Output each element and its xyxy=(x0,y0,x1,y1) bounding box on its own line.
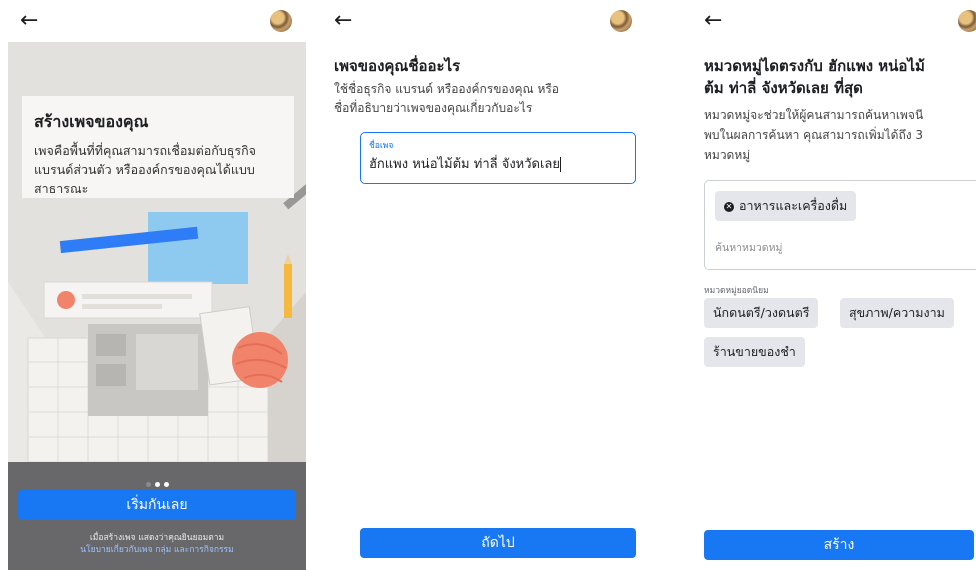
page-name-field-label: ชื่อเพจ xyxy=(369,141,394,151)
back-arrow-icon[interactable]: ← xyxy=(334,10,352,32)
category-desc-line3: หมวดหมู่ xyxy=(704,148,751,162)
page-dot xyxy=(145,482,151,487)
legal-text: เมื่อสร้างเพจ แสดงว่าคุณยินยอมตาม xyxy=(89,533,225,543)
get-started-button[interactable]: เริ่มกันเลย xyxy=(18,490,296,520)
intro-illustration: สร้างเพจของคุณ เพจคือพื้นที่ที่คุณสามารถ… xyxy=(8,42,306,462)
page-name-screen: ← เพจของคุณชื่ออะไร ใช้ชื่อธุรกิจ แบรนด์… xyxy=(332,0,650,570)
intro-title: สร้างเพจของคุณ xyxy=(34,112,149,131)
intro-bottom-panel: เริ่มกันเลย เมื่อสร้างเพจ แสดงว่าคุณยินย… xyxy=(8,462,306,570)
page-name-desc-line1: ใช้ชื่อธุรกิจ แบรนด์ หรือองค์กรของคุณ หร… xyxy=(334,82,560,96)
policy-link[interactable]: นโยบายเกี่ยวกับเพจ กลุ่ม และการกิจกรรม xyxy=(8,544,306,556)
page-name-field[interactable]: ชื่อเพจ ฮักแพง หน่อไม้ต้ม ท่าลี่ จังหวัด… xyxy=(360,132,636,184)
page-indicator xyxy=(8,472,306,491)
profile-avatar[interactable] xyxy=(270,10,292,32)
intro-card: สร้างเพจของคุณ เพจคือพื้นที่ที่คุณสามารถ… xyxy=(22,96,294,198)
popular-category-chip[interactable]: ร้านขายของชำ xyxy=(704,337,805,367)
category-heading-line1: หมวดหมู่ไดตรงกับ ฮักแพง หน่อไม้ xyxy=(704,57,925,75)
remove-chip-icon[interactable]: ✕ xyxy=(724,201,734,212)
page-name-field-value-wrap[interactable]: ฮักแพง หน่อไม้ต้ม ท่าลี่ จังหวัดเลย xyxy=(369,153,562,174)
page-name-desc-line2: ชื่อที่อธิบายว่าเพจของคุณเกี่ยวกับอะไร xyxy=(334,101,533,115)
page-name-input[interactable]: ฮักแพง หน่อไม้ต้ม ท่าลี่ จังหวัดเลย xyxy=(369,157,560,172)
popular-categories-label: หมวดหมู่ยอดนิยม xyxy=(704,286,769,296)
text-caret xyxy=(560,157,562,172)
category-desc-line2: พบในผลการค้นหา คุณสามารถเพิ่มได้ถึง 3 xyxy=(704,128,924,142)
category-search-box[interactable]: ✕อาหารและเครื่องดื่ม ค้นหาหมวดหมู่ ⚲ xyxy=(704,180,976,270)
category-screen: ← หมวดหมู่ไดตรงกับ ฮักแพง หน่อไม้ ต้ม ท่… xyxy=(692,0,976,570)
popular-category-chip[interactable]: นักดนตรี/วงดนตรี xyxy=(704,298,819,328)
category-desc-line1: หมวดหมู่จะช่วยให้ผู้คนสามารถค้นหาเพจนี xyxy=(704,108,924,122)
selected-category-label: อาหารและเครื่องดื่ม xyxy=(739,198,848,213)
create-button[interactable]: สร้าง xyxy=(704,530,974,560)
page-dot-active xyxy=(154,482,160,487)
intro-screen: ← สร้างเพจของคุณ เพจคือพื้นที่ที่คุณสามา… xyxy=(8,0,306,570)
profile-avatar[interactable] xyxy=(610,10,632,32)
profile-avatar[interactable] xyxy=(958,10,976,32)
page-name-heading: เพจของคุณชื่ออะไร xyxy=(334,57,461,75)
back-arrow-icon[interactable]: ← xyxy=(704,10,722,32)
category-search-input[interactable]: ค้นหาหมวดหมู่ xyxy=(715,239,782,256)
legal-notice: เมื่อสร้างเพจ แสดงว่าคุณยินยอมตาม นโยบาย… xyxy=(8,532,306,556)
category-heading-line2: ต้ม ท่าลี่ จังหวัดเลย ที่สุด xyxy=(704,79,863,97)
page-dot xyxy=(163,482,169,487)
popular-category-chip[interactable]: สุขภาพ/ความงาม xyxy=(840,298,954,328)
blue-paper-shape xyxy=(148,212,248,284)
selected-category-chip[interactable]: ✕ อาหารและเครื่องดื่ม xyxy=(715,191,857,221)
intro-description: เพจคือพื้นที่ที่คุณสามารถเชื่อมต่อกับธุร… xyxy=(34,143,256,196)
next-button[interactable]: ถัดไป xyxy=(360,528,636,558)
back-arrow-icon[interactable]: ← xyxy=(20,10,38,32)
